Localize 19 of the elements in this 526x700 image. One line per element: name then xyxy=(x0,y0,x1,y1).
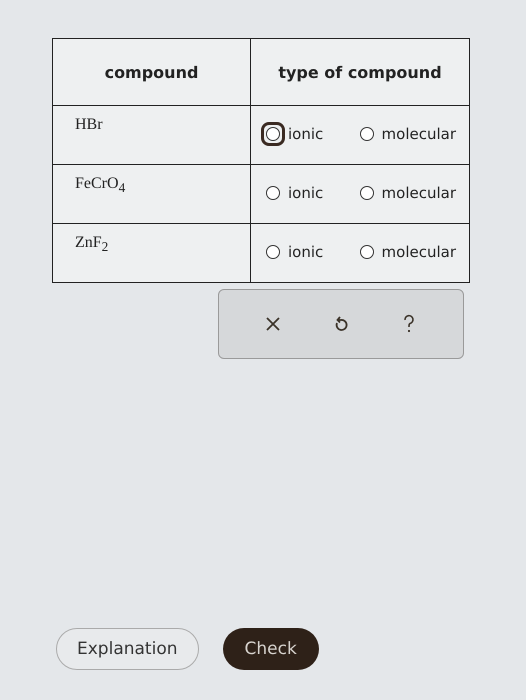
option-label: ionic xyxy=(288,184,324,202)
radio-button[interactable] xyxy=(266,186,280,200)
radio-button[interactable] xyxy=(266,245,280,259)
column-header: type of compound xyxy=(250,38,470,106)
formula-cell: ZnF$_{2}$ xyxy=(52,224,250,282)
option-label: ionic xyxy=(288,243,324,261)
radio-button[interactable] xyxy=(360,186,374,200)
radio-button[interactable] xyxy=(360,127,374,141)
formula-cell: HBr xyxy=(52,106,250,164)
formula-cell: FeCrO$_{4}$ xyxy=(52,164,250,224)
radio-button[interactable] xyxy=(360,245,374,259)
option-label: molecular xyxy=(382,243,456,261)
option-label: molecular xyxy=(382,125,456,143)
option-label: molecular xyxy=(382,184,456,202)
check-button[interactable]: Check xyxy=(222,628,319,670)
explanation-button[interactable]: Explanation xyxy=(56,628,198,670)
column-header: compound xyxy=(52,38,250,106)
radio-button[interactable] xyxy=(266,127,280,141)
option-label: ionic xyxy=(288,125,324,143)
